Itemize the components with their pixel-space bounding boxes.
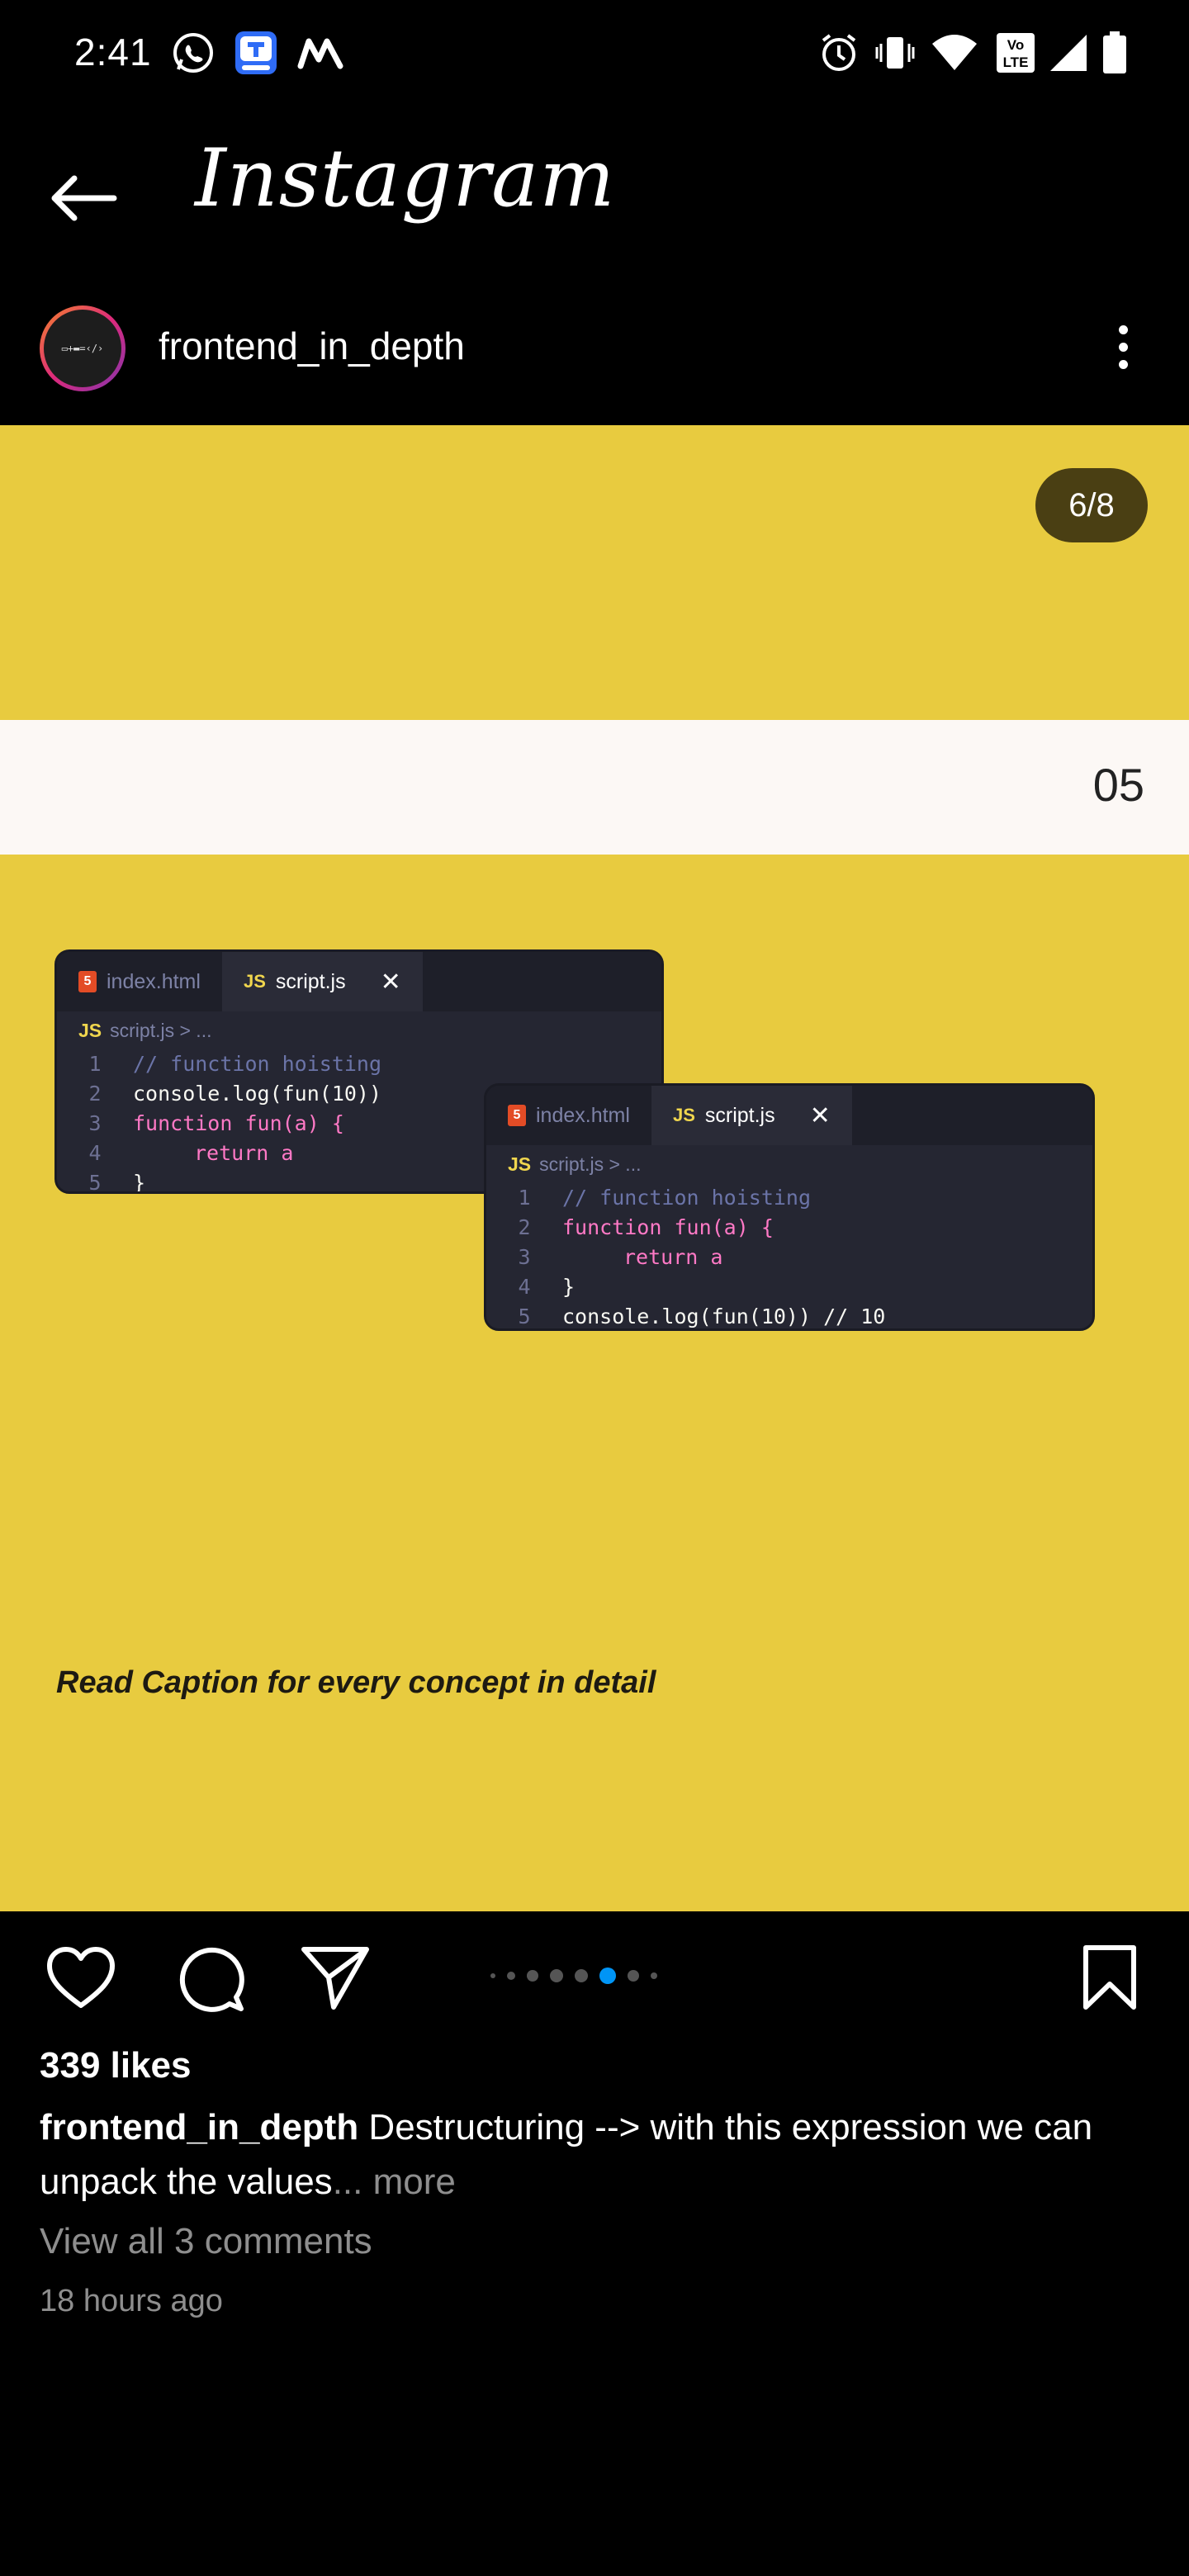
- tab-label: index.html: [107, 969, 201, 993]
- slide-number: 05: [1092, 759, 1144, 811]
- svg-text:Vo: Vo: [1007, 37, 1024, 53]
- carousel-dot: [575, 1969, 588, 1982]
- save-button[interactable]: [1068, 1936, 1151, 2019]
- bookmark-icon: [1083, 1945, 1136, 2010]
- caption-more-link[interactable]: ... more: [333, 2162, 456, 2202]
- html5-icon: 5: [508, 1105, 526, 1126]
- svg-text:LTE: LTE: [1003, 54, 1029, 70]
- breadcrumb-text: script.js > ...: [110, 1020, 212, 1041]
- comment-button[interactable]: [168, 1936, 251, 2019]
- comment-icon: [179, 1947, 244, 2012]
- wifi-icon: [930, 28, 979, 78]
- carousel-dot: [550, 1969, 563, 1982]
- code-block: 1// function hoisting 2 function fun(a) {…: [486, 1180, 1092, 1328]
- battery-icon: [1098, 28, 1131, 78]
- post-caption: frontend_in_depth Destructuring --> with…: [40, 2100, 1113, 2209]
- back-button[interactable]: [41, 157, 124, 239]
- carousel-dot: [490, 1973, 495, 1978]
- whatsapp-icon: [170, 28, 216, 78]
- tab-script-js: JS script.js ✕: [651, 1086, 852, 1145]
- view-comments-link[interactable]: View all 3 comments: [40, 2221, 372, 2262]
- tab-label: index.html: [536, 1103, 630, 1127]
- status-bar: 2:41 Vo LTE: [0, 0, 1189, 107]
- close-icon: ✕: [809, 1101, 831, 1129]
- code-line: 1// function hoisting: [518, 1186, 812, 1210]
- share-icon: [301, 1947, 369, 2010]
- post-username[interactable]: frontend_in_depth: [159, 324, 465, 368]
- code-line: 4}: [518, 1275, 576, 1299]
- js-icon: JS: [672, 1105, 695, 1125]
- tab-index-html: 5 index.html: [57, 952, 222, 1011]
- tab-label: script.js: [704, 1103, 775, 1127]
- caption-username[interactable]: frontend_in_depth: [40, 2107, 358, 2147]
- avatar-image: ▭+▬=‹/›: [44, 310, 121, 387]
- more-options-icon[interactable]: [1098, 314, 1148, 380]
- tab-index-html: 5 index.html: [486, 1086, 651, 1145]
- slide-header-band: [0, 720, 1189, 855]
- code-line: 5 console.log(fun(10)) // 10: [518, 1305, 886, 1328]
- code-line: 3 return a: [518, 1245, 723, 1269]
- app-icon: [233, 28, 279, 78]
- slide-counter: 6/8: [1035, 468, 1148, 542]
- back-arrow-icon: [51, 175, 117, 221]
- signal-icon: [1047, 28, 1090, 78]
- carousel-indicator: [490, 1968, 657, 1984]
- avatar[interactable]: ▭+▬=‹/›: [40, 305, 126, 391]
- likes-count[interactable]: 339 likes: [40, 2045, 192, 2086]
- tab-script-js: JS script.js ✕: [221, 952, 423, 1011]
- tab-label: script.js: [275, 969, 346, 993]
- code-line: 2 function fun(a) {: [518, 1215, 774, 1239]
- share-button[interactable]: [294, 1936, 377, 2019]
- carousel-dot: [628, 1970, 639, 1982]
- carousel-dot: [527, 1970, 538, 1982]
- instagram-logo: Instagram: [195, 132, 616, 225]
- like-button[interactable]: [40, 1936, 122, 2019]
- carousel-dot: [651, 1972, 657, 1979]
- heart-icon: [47, 1947, 115, 2008]
- breadcrumb: JS script.js > ...: [78, 1020, 212, 1041]
- carousel-dot-active: [599, 1968, 616, 1984]
- breadcrumb-text: script.js > ...: [539, 1153, 642, 1175]
- code-editor-after: 5 index.html JS script.js ✕ JS script.js > .…: [484, 1083, 1095, 1331]
- html5-icon: 5: [78, 971, 97, 992]
- alarm-icon: [817, 28, 860, 78]
- editor-tabs: 5 index.html JS script.js ✕: [57, 952, 661, 1011]
- close-icon: ✕: [380, 968, 401, 996]
- editor-tabs: 5 index.html JS script.js ✕: [486, 1086, 1092, 1145]
- code-line: 1// function hoisting: [88, 1052, 382, 1076]
- volte-icon: Vo LTE: [992, 28, 1039, 78]
- post-timestamp: 18 hours ago: [40, 2284, 223, 2318]
- js-icon: JS: [243, 971, 266, 992]
- mail-icon: [296, 28, 347, 78]
- vibrate-icon: [874, 28, 917, 78]
- status-time: 2:41: [74, 31, 152, 73]
- breadcrumb: JS script.js > ...: [508, 1153, 642, 1175]
- slide-footer-text: Read Caption for every concept in detail: [56, 1665, 656, 1700]
- carousel-dot: [507, 1972, 515, 1980]
